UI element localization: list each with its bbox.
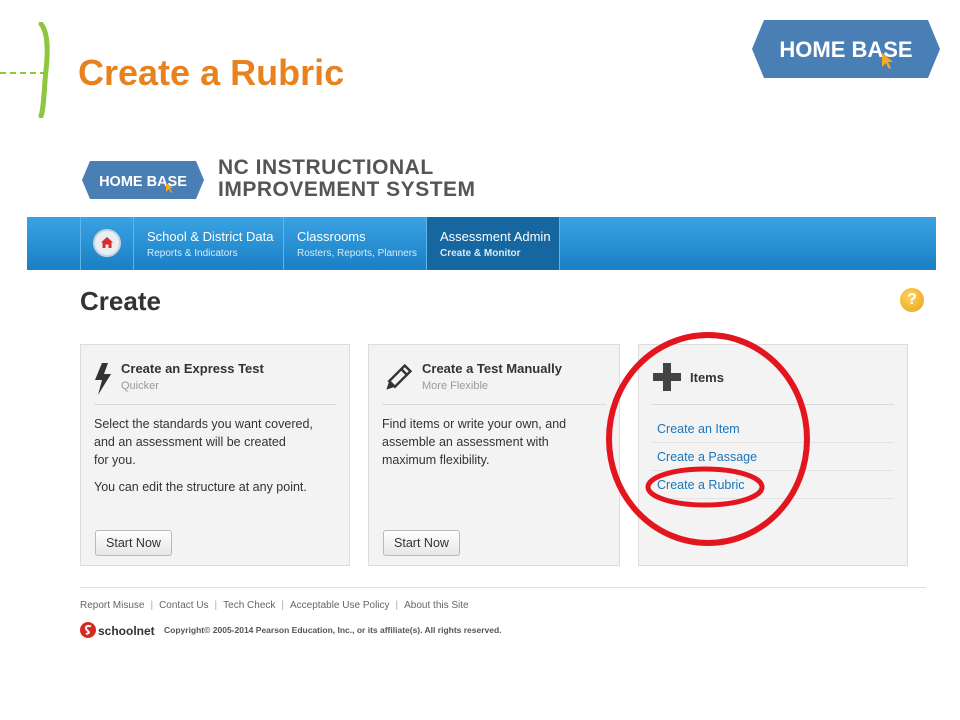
home-icon [101,237,113,248]
bracket-icon [38,22,50,118]
nav-item-assessment-admin[interactable]: Assessment Admin Create & Monitor [427,217,559,270]
description-line: for you. [94,453,136,467]
create-rubric-link[interactable]: Create a Rubric [657,478,745,492]
logo-large-text: HOME BASE [779,37,912,62]
nav-item-school-district-data[interactable]: School & District Data Reports & Indicat… [134,217,283,270]
nav-item-subtitle: Rosters, Reports, Planners [297,248,418,259]
link-divider [652,470,894,471]
nav-home-button[interactable] [93,229,121,257]
express-test-subtitle: Quicker [121,380,159,392]
logo-small-text: HOME BASE [99,174,187,190]
nav-item-title: Assessment Admin [440,229,551,244]
express-test-title: Create an Express Test [121,361,264,376]
description-line: You can edit the structure at any point. [94,480,307,494]
manual-test-title: Create a Test Manually [422,361,562,376]
lightning-icon [95,363,111,395]
plus-icon [653,363,681,391]
create-passage-link[interactable]: Create a Passage [657,450,757,464]
footer-link-contact-us[interactable]: Contact Us [159,600,208,611]
home-base-logo-large: HOME BASE [752,20,940,78]
schoolnet-logo: schoolnet [80,622,155,638]
card-divider [382,404,606,405]
footer-divider [80,587,926,588]
footer-link-report-misuse[interactable]: Report Misuse [80,600,144,611]
description-line: and an assessment will be created [94,435,286,449]
items-title: Items [690,370,724,385]
nav-divider [80,217,81,270]
description-line: maximum flexibility. [382,453,490,467]
link-divider [652,442,894,443]
help-button[interactable]: ? [900,288,924,312]
description-line: Find items or write your own, and [382,417,567,431]
create-item-link[interactable]: Create an Item [657,422,740,436]
manual-test-description: Find items or write your own, and assemb… [382,415,612,469]
copyright-text: Copyright© 2005-2014 Pearson Education, … [164,625,502,635]
manual-start-now-button[interactable]: Start Now [383,530,460,556]
footer-link-tech-check[interactable]: Tech Check [223,600,275,611]
footer-links: Report Misuse | Contact Us | Tech Check | Acce… [80,600,469,611]
manual-test-card: Create a Test Manually More Flexible Fin… [368,344,620,566]
description-line: Select the standards you want covered, [94,417,313,431]
nav-item-title: School & District Data [147,229,274,244]
nav-item-classrooms[interactable]: Classrooms Rosters, Reports, Planners [284,217,426,270]
nav-item-title: Classrooms [297,229,366,244]
express-test-card: Create an Express Test Quicker Select th… [80,344,350,566]
express-test-description: Select the standards you want covered, a… [94,415,339,496]
system-title: NC INSTRUCTIONAL IMPROVEMENT SYSTEM [218,157,476,201]
items-card: Items Create an Item Create a Passage Cr… [638,344,908,566]
footer-link-about[interactable]: About this Site [404,600,468,611]
home-base-logo-small: HOME BASE [82,161,204,199]
card-divider [652,404,894,405]
express-start-now-button[interactable]: Start Now [95,530,172,556]
nav-divider [559,217,560,270]
nav-item-subtitle: Create & Monitor [440,248,521,259]
slide-title: Create a Rubric [78,52,345,93]
system-title-line1: NC INSTRUCTIONAL [218,156,434,179]
footer-link-acceptable-use[interactable]: Acceptable Use Policy [290,600,390,611]
schoolnet-logo-text: schoolnet [98,624,155,638]
page-title: Create [80,286,161,316]
manual-test-subtitle: More Flexible [422,380,489,392]
description-line: assemble an assessment with [382,435,549,449]
pencil-icon [386,363,413,390]
link-divider [652,498,894,499]
card-divider [94,404,336,405]
nav-item-subtitle: Reports & Indicators [147,248,238,259]
system-title-line2: IMPROVEMENT SYSTEM [218,178,476,201]
